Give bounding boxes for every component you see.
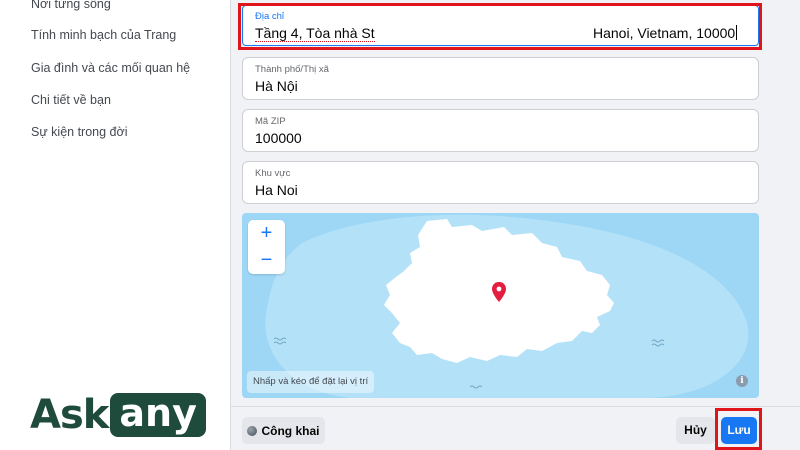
zoom-in-button[interactable]: + xyxy=(248,220,285,247)
privacy-label: Công khai xyxy=(261,423,320,438)
region-field[interactable]: Khu vực Ha Noi xyxy=(242,161,759,204)
sidebar-item-page-transparency[interactable]: Tính minh bạch của Trang xyxy=(31,28,176,42)
privacy-public-button[interactable]: Công khai xyxy=(242,417,325,444)
zip-label: Mã ZIP xyxy=(255,116,286,127)
city-label: Thành phố/Thị xã xyxy=(255,64,329,75)
zip-value: 100000 xyxy=(255,130,302,146)
location-map[interactable]: + − Nhấp và kéo để đặt lại vị trí i xyxy=(242,213,759,398)
logo-text-ask: Ask xyxy=(30,392,109,438)
sidebar-item-family-relationships[interactable]: Gia đình và các mối quan hệ xyxy=(31,61,190,75)
region-value: Ha Noi xyxy=(255,182,298,198)
region-label: Khu vực xyxy=(255,168,291,179)
info-icon[interactable]: i xyxy=(736,375,748,387)
sidebar-item-places-lived[interactable]: Nơi từng sống xyxy=(31,0,111,11)
askany-logo: Ask any xyxy=(30,391,206,439)
zip-field[interactable]: Mã ZIP 100000 xyxy=(242,109,759,152)
zoom-controls: + − xyxy=(248,220,285,274)
logo-text-any: any xyxy=(110,393,206,437)
sidebar-item-details-about-you[interactable]: Chi tiết về bạn xyxy=(31,93,111,107)
sidebar-item-life-events[interactable]: Sự kiện trong đời xyxy=(31,125,127,139)
map-reposition-hint: Nhấp và kéo để đặt lại vị trí xyxy=(247,371,375,393)
globe-icon xyxy=(247,425,258,436)
actions-divider xyxy=(231,406,800,407)
save-button[interactable]: Lưu xyxy=(721,417,757,444)
edit-location-panel: Địa chỉ Tầng 4, Tòa nhà St Hanoi, Vietna… xyxy=(231,0,800,450)
zoom-out-button[interactable]: − xyxy=(248,247,285,274)
cancel-button[interactable]: Hủy xyxy=(676,417,715,444)
sidebar: Nơi từng sống Tính minh bạch của Trang G… xyxy=(0,0,230,450)
address-highlight-box xyxy=(238,3,762,50)
city-value: Hà Nội xyxy=(255,78,298,94)
city-field[interactable]: Thành phố/Thị xã Hà Nội xyxy=(242,57,759,100)
